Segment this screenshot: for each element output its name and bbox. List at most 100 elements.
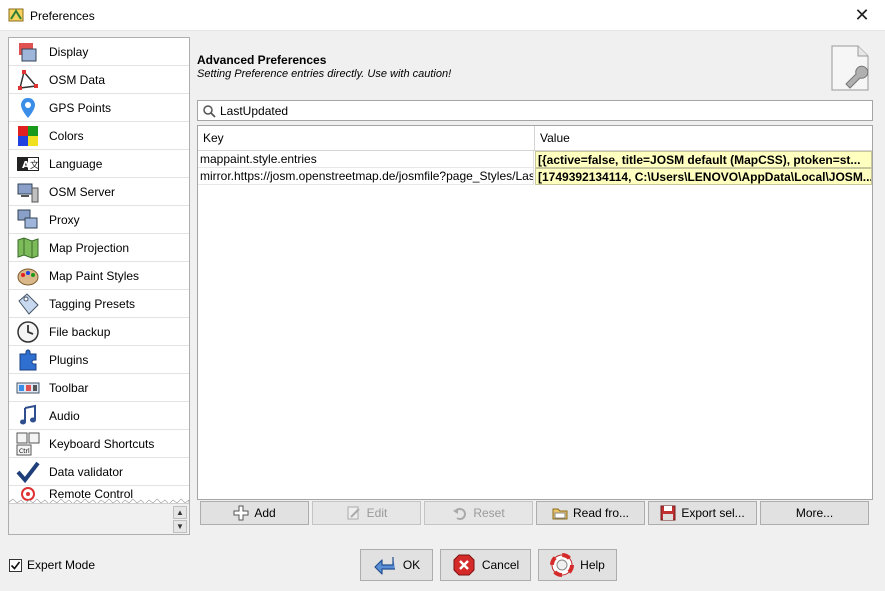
title-bar: Preferences ✕ (0, 0, 885, 31)
lifebuoy-icon (550, 553, 575, 577)
open-file-icon (552, 508, 568, 520)
sidebar-item-osm-data[interactable]: OSM Data (9, 66, 189, 94)
sidebar-item-label: Language (49, 156, 103, 171)
sidebar-item-data-validator[interactable]: Data validator (9, 458, 189, 486)
sidebar-item-toolbar[interactable]: Toolbar (9, 374, 189, 402)
toolbar-icon (16, 382, 40, 393)
sidebar-item-label: Data validator (49, 464, 124, 479)
tagging-presets-icon (18, 292, 39, 315)
sidebar-item-label: Map Paint Styles (49, 268, 140, 283)
key-cell[interactable]: mirror.https://josm.openstreetmap.de/jos… (198, 168, 534, 185)
add-button[interactable]: Add (200, 501, 309, 525)
help-button[interactable]: Help (538, 549, 617, 581)
add-label: Add (254, 506, 276, 520)
undo-icon (453, 508, 467, 520)
sidebar-item-proxy[interactable]: Proxy (9, 206, 189, 234)
table-action-bar: Add Edit Reset Read fro... Export sel...… (197, 500, 873, 526)
window-title: Preferences (30, 9, 95, 23)
close-button[interactable]: ✕ (839, 0, 885, 31)
sidebar-item-label: Tagging Presets (49, 296, 136, 311)
sidebar-item-keyboard-shortcuts[interactable]: Ctrl Keyboard Shortcuts (9, 430, 189, 458)
sidebar-item-audio[interactable]: Audio (9, 402, 189, 430)
audio-icon (20, 404, 36, 424)
sidebar-item-gps-points[interactable]: GPS Points (9, 94, 189, 122)
sidebar-item-plugins[interactable]: Plugins (9, 346, 189, 374)
sidebar-item-display[interactable]: Display (9, 38, 189, 66)
sidebar-item-tagging-presets[interactable]: Tagging Presets (9, 290, 189, 318)
expert-mode-label: Expert Mode (27, 558, 96, 572)
checkmark-icon (10, 561, 21, 570)
file-backup-icon (17, 320, 39, 343)
keyboard-shortcuts-icon: Ctrl (16, 432, 40, 455)
panel-title: Advanced Preferences (197, 53, 327, 67)
sidebar-item-label: Proxy (49, 212, 80, 227)
proxy-icon (17, 209, 38, 228)
read-from-label: Read fro... (572, 506, 630, 520)
sidebar-item-label: GPS Points (49, 100, 112, 115)
colors-icon (18, 125, 38, 146)
sidebar-item-label: OSM Data (49, 72, 106, 87)
key-cell[interactable]: mappaint.style.entries (198, 151, 534, 168)
sidebar-item-map-paint-styles[interactable]: Map Paint Styles (9, 262, 189, 290)
preferences-table: Key Value mappaint.style.entries [{activ… (197, 125, 873, 500)
svg-text:Ctrl: Ctrl (19, 448, 30, 455)
arrow-up-icon: ▲ (176, 508, 184, 517)
ok-label: OK (402, 558, 421, 572)
help-label: Help (580, 558, 605, 572)
table-header: Key Value (198, 126, 872, 151)
column-header-value[interactable]: Value (535, 126, 872, 151)
josm-icon (8, 8, 24, 22)
close-icon: ✕ (854, 5, 870, 25)
osm-data-icon (18, 69, 38, 90)
svg-text:文: 文 (30, 159, 39, 171)
sidebar-item-label: OSM Server (49, 184, 116, 199)
sidebar-item-label: Audio (49, 408, 80, 423)
sidebar-item-label: Keyboard Shortcuts (49, 436, 155, 451)
checkbox-box[interactable] (9, 558, 22, 572)
sidebar-item-file-backup[interactable]: File backup (9, 318, 189, 346)
map-paint-styles-icon (17, 268, 39, 285)
data-validator-icon (16, 461, 40, 483)
expert-mode-checkbox[interactable]: Expert Mode (9, 558, 95, 572)
more-button[interactable]: More... (760, 501, 869, 525)
cancel-label: Cancel (481, 558, 520, 572)
edit-icon (347, 506, 360, 520)
search-field[interactable] (197, 100, 873, 121)
cancel-button[interactable]: Cancel (440, 549, 531, 581)
scroll-up-button[interactable]: ▲ (173, 506, 187, 519)
edit-label: Edit (366, 506, 388, 520)
search-icon (203, 104, 216, 118)
cancel-icon (453, 554, 475, 576)
table-row[interactable]: mappaint.style.entries [{active=false, t… (198, 151, 872, 168)
sidebar-item-label: Colors (49, 128, 84, 143)
ok-arrow-icon (374, 557, 395, 575)
export-selected-button[interactable]: Export sel... (648, 501, 757, 525)
scroll-down-button[interactable]: ▼ (173, 520, 187, 533)
value-cell[interactable]: [{active=false, title=JOSM default (MapC… (535, 151, 872, 168)
reset-label: Reset (473, 506, 505, 520)
sidebar-item-label: File backup (49, 324, 111, 339)
search-input[interactable] (220, 103, 820, 118)
panel-subtitle: Setting Preference entries directly. Use… (197, 68, 452, 80)
sidebar-item-language[interactable]: A文 Language (9, 150, 189, 178)
table-row[interactable]: mirror.https://josm.openstreetmap.de/jos… (198, 168, 872, 185)
osm-server-icon (17, 183, 39, 202)
sidebar-item-label: Plugins (49, 352, 89, 367)
sidebar-scroll-area: ▲ ▼ (9, 503, 189, 534)
column-header-key[interactable]: Key (198, 126, 535, 151)
more-label: More... (795, 506, 834, 520)
sidebar-item-colors[interactable]: Colors (9, 122, 189, 150)
sidebar-item-map-projection[interactable]: Map Projection (9, 234, 189, 262)
ok-button[interactable]: OK (360, 549, 433, 581)
read-from-button[interactable]: Read fro... (536, 501, 645, 525)
export-selected-label: Export sel... (681, 506, 745, 520)
edit-button[interactable]: Edit (312, 501, 421, 525)
value-cell[interactable]: [1749392134114, C:\Users\LENOVO\AppData\… (535, 168, 872, 185)
arrow-down-icon: ▼ (176, 522, 184, 531)
sidebar-item-osm-server[interactable]: OSM Server (9, 178, 189, 206)
map-projection-icon (17, 236, 39, 259)
gps-points-icon (21, 97, 35, 118)
reset-button[interactable]: Reset (424, 501, 533, 525)
save-icon (660, 505, 676, 521)
preferences-sidebar: Display OSM Data GPS Points Colors A文 La… (8, 37, 190, 535)
